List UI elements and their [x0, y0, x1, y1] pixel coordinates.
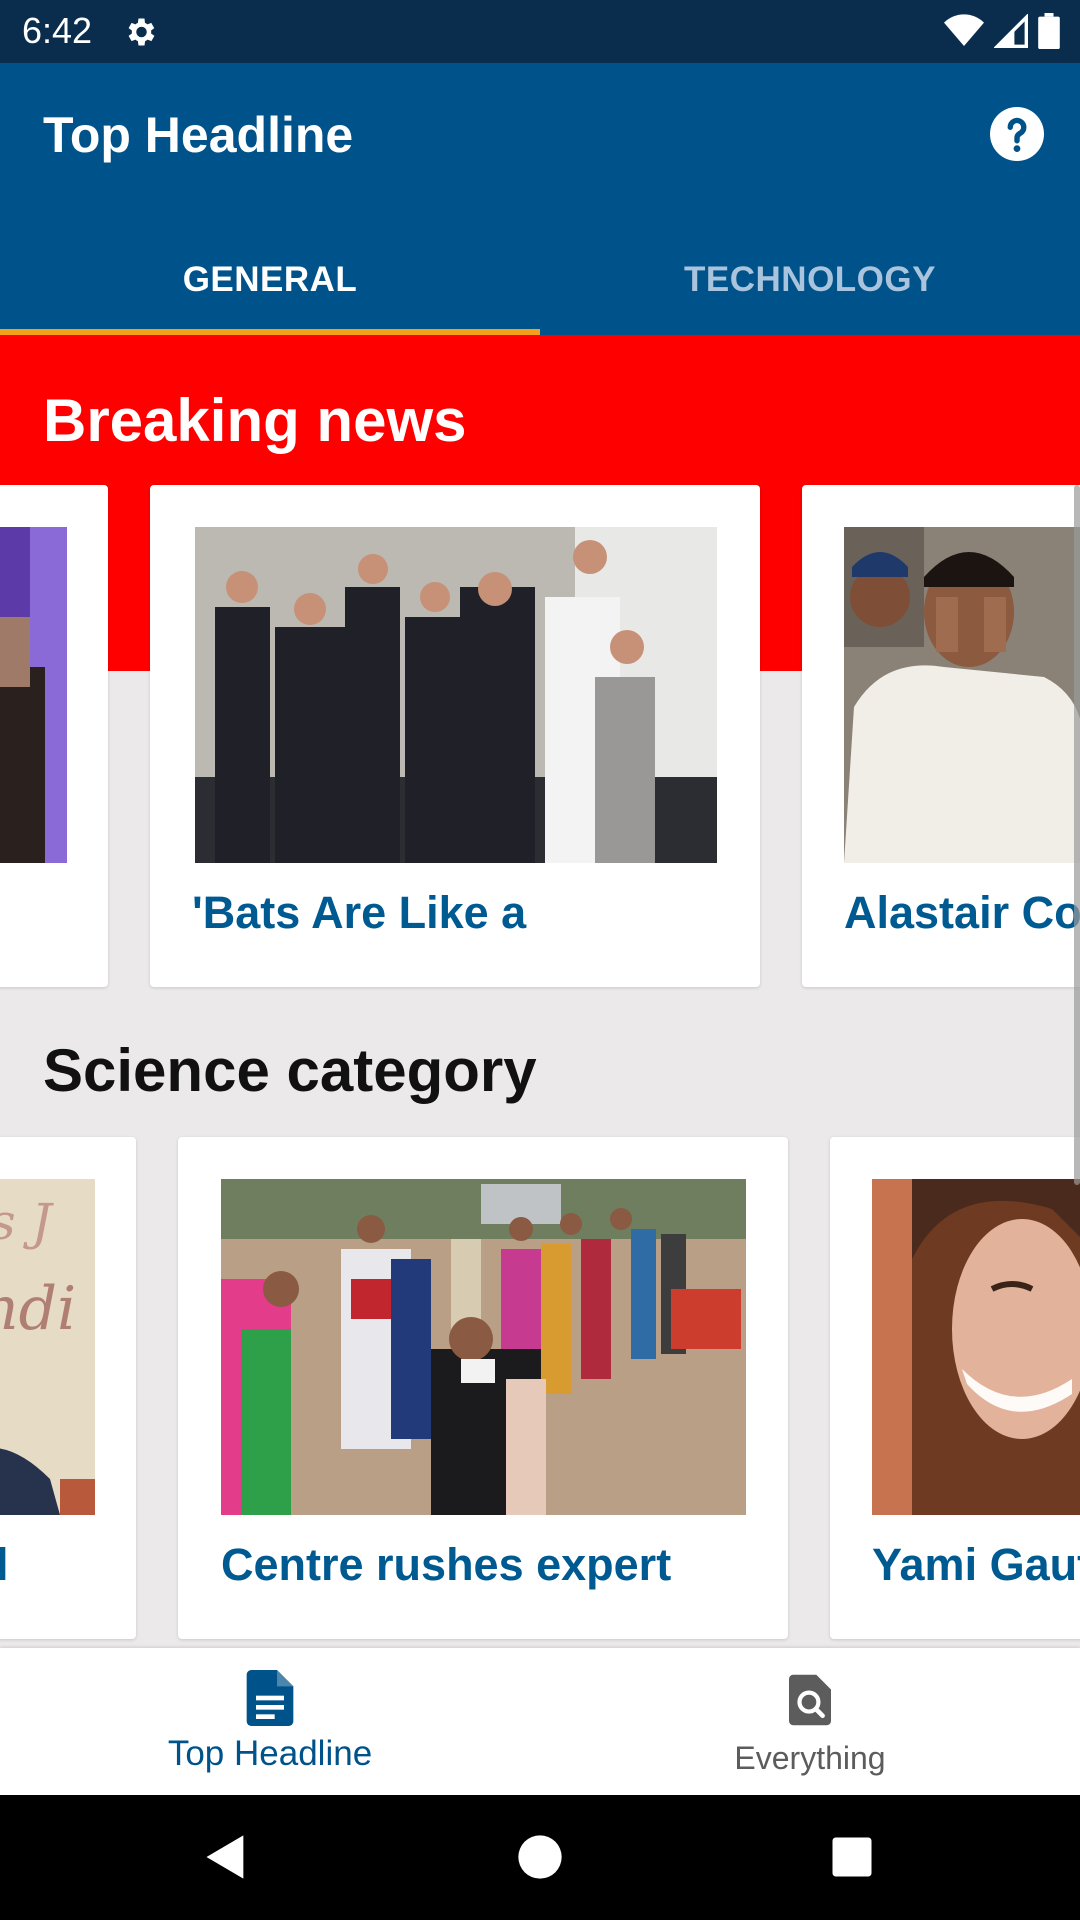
news-card[interactable]: Centre rushes expert — [178, 1137, 788, 1639]
section-title-breaking-news: Breaking news — [43, 387, 467, 454]
news-card[interactable]: ndi s J l — [0, 1137, 136, 1639]
section-title-science-category: Science category — [43, 1037, 537, 1104]
help-circle-icon[interactable] — [990, 107, 1044, 161]
tab-bar: GENERAL TECHNOLOGY — [0, 248, 1080, 335]
news-card[interactable]: 'Bats Are Like a — [150, 485, 760, 987]
search-file-icon — [789, 1674, 831, 1726]
tab-technology[interactable]: TECHNOLOGY — [540, 248, 1080, 335]
news-card-title: 'Bats Are Like a — [192, 887, 527, 938]
recents-icon[interactable] — [826, 1831, 878, 1883]
nav-label: Top Headline — [167, 1734, 373, 1773]
news-card-image — [195, 527, 717, 863]
status-bar: 6:42 — [0, 0, 1080, 63]
signal-icon — [994, 14, 1028, 48]
news-card-title: Yami Gaut — [872, 1539, 1080, 1590]
nav-top-headline[interactable]: Top Headline — [0, 1648, 540, 1795]
document-icon — [246, 1670, 294, 1726]
news-card-image — [0, 527, 67, 863]
bottom-navigation: Top Headline Everything — [0, 1648, 1080, 1795]
news-card[interactable]: Yami Gaut — [830, 1137, 1080, 1639]
news-card-image: ndi s J — [0, 1179, 95, 1515]
news-card-title: Centre rushes expert — [221, 1539, 672, 1590]
news-card[interactable]: Alastair Coo — [802, 485, 1080, 987]
news-card-title: Alastair Coo — [844, 887, 1080, 938]
news-card-title: l — [0, 1539, 9, 1590]
gear-icon — [128, 18, 155, 46]
scrollbar[interactable] — [1074, 485, 1080, 1185]
news-feed[interactable]: Breaking news 'Bats Are Like a Alastair … — [0, 335, 1080, 1648]
wifi-icon — [944, 14, 984, 46]
tab-general[interactable]: GENERAL — [0, 248, 540, 335]
page-title: Top Headline — [43, 107, 354, 163]
system-navigation-bar — [0, 1795, 1080, 1920]
status-time: 6:42 — [22, 10, 93, 51]
app-bar: Top Headline GENERAL TECHNOLOGY — [0, 63, 1080, 335]
news-card[interactable] — [0, 485, 108, 987]
svg-text:s J: s J — [0, 1193, 55, 1251]
svg-text:ndi: ndi — [0, 1274, 76, 1344]
status-icons — [944, 12, 1060, 50]
home-icon[interactable] — [514, 1831, 566, 1883]
news-card-image — [872, 1179, 1080, 1515]
nav-everything[interactable]: Everything — [540, 1648, 1080, 1795]
back-icon[interactable] — [200, 1831, 252, 1883]
news-card-image — [221, 1179, 746, 1515]
battery-icon — [1038, 13, 1060, 49]
news-card-image — [844, 527, 1080, 863]
nav-label: Everything — [734, 1740, 886, 1776]
